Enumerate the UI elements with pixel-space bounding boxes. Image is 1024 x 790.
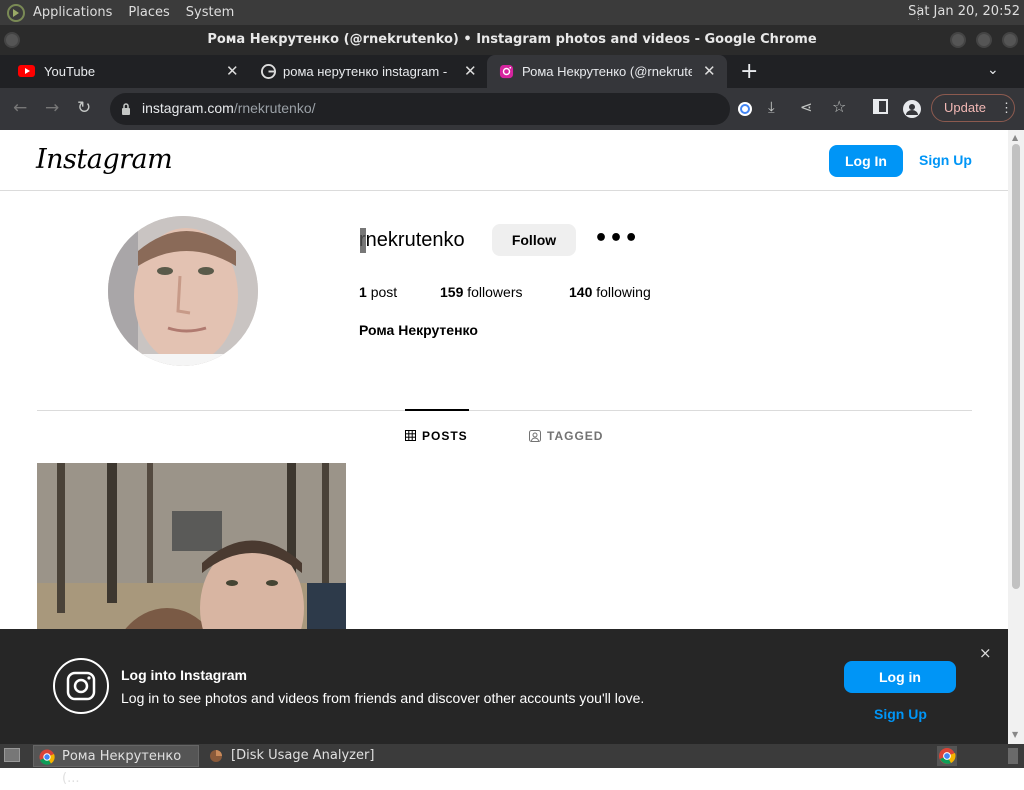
tab-posts-label: POSTS xyxy=(422,429,468,443)
tab-tagged-label: TAGGED xyxy=(547,429,604,443)
following-label: following xyxy=(596,284,651,300)
active-tab-indicator xyxy=(405,409,469,411)
profile-full-name: Рома Некрутенко xyxy=(359,322,478,338)
system-menu[interactable]: System xyxy=(186,5,234,20)
banner-login-button[interactable]: Log in xyxy=(844,661,956,693)
login-button[interactable]: Log In xyxy=(829,145,903,177)
install-app-icon[interactable]: ⤓ xyxy=(768,98,775,116)
reload-icon[interactable]: ↻ xyxy=(77,98,91,118)
tagged-icon xyxy=(529,430,541,442)
taskbar-item-chrome[interactable]: Рома Некрутенко (... xyxy=(33,745,199,786)
tab-youtube[interactable]: YouTube ✕ xyxy=(0,55,246,88)
window-title: Рома Некрутенко (@rnekrutenko) • Instagr… xyxy=(207,32,817,47)
forward-icon[interactable]: → xyxy=(45,98,59,118)
bottom-taskbar: Рома Некрутенко (... [Disk Usage Analyze… xyxy=(0,744,1024,786)
followers-label: followers xyxy=(467,284,523,300)
address-bar[interactable]: instagram.com/rnekrutenko/ ⤓ ⋖ ☆ xyxy=(110,93,846,125)
url-path: /rnekrutenko/ xyxy=(233,100,316,116)
bookmark-star-icon[interactable]: ☆ xyxy=(832,97,846,116)
text-cursor xyxy=(360,228,366,253)
tray-trash-icon[interactable] xyxy=(1008,748,1018,764)
login-banner: Log into Instagram Log in to see photos … xyxy=(0,629,1008,744)
back-icon[interactable]: ← xyxy=(13,98,27,118)
chrome-icon xyxy=(39,749,55,765)
profile-icon[interactable] xyxy=(902,99,922,119)
top-panel: Applications Places System Sat Jan 20, 2… xyxy=(0,0,1024,25)
lock-icon[interactable] xyxy=(121,103,131,115)
tab-title: рома нерутенко instagram - Г xyxy=(283,64,447,79)
avatar-photo xyxy=(108,216,258,366)
new-tab-icon[interactable]: + xyxy=(740,59,758,84)
tab-google-search[interactable]: рома нерутенко instagram - Г ✕ xyxy=(246,55,486,88)
posts-label: post xyxy=(370,284,398,300)
scroll-up-icon[interactable]: ▲ xyxy=(1012,133,1018,142)
google-lens-icon[interactable] xyxy=(737,101,753,117)
share-icon[interactable]: ⋖ xyxy=(800,98,813,116)
grid-icon xyxy=(405,430,416,441)
disk-usage-icon xyxy=(210,750,222,762)
youtube-icon xyxy=(18,65,35,77)
follow-button[interactable]: Follow xyxy=(492,224,576,256)
side-panel-icon[interactable] xyxy=(873,99,888,114)
tabs-divider xyxy=(37,410,972,411)
show-desktop-icon[interactable] xyxy=(4,748,20,762)
more-options-icon[interactable]: ••• xyxy=(594,226,639,251)
banner-signup-link[interactable]: Sign Up xyxy=(874,706,927,722)
posts-count: 1 xyxy=(359,284,367,300)
kebab-menu-icon[interactable]: ⋮ xyxy=(1000,95,1013,121)
maximize-icon[interactable] xyxy=(976,32,992,48)
places-menu[interactable]: Places xyxy=(128,5,169,20)
scrollbar-thumb[interactable] xyxy=(1012,144,1020,589)
followers-stat[interactable]: 159 followers xyxy=(440,284,523,300)
instagram-banner-icon xyxy=(53,658,109,714)
avatar[interactable] xyxy=(108,216,258,366)
tab-close-icon[interactable]: ✕ xyxy=(703,55,716,88)
page-scrollbar[interactable]: ▲ ▼ xyxy=(1008,130,1024,744)
tab-close-icon[interactable]: ✕ xyxy=(464,55,477,88)
instagram-page: Instagram Log In Sign Up rnekrutenko Fol… xyxy=(0,130,1008,744)
google-icon xyxy=(261,64,276,79)
instagram-icon xyxy=(499,64,514,79)
banner-close-icon[interactable]: × xyxy=(979,644,992,662)
signup-link[interactable]: Sign Up xyxy=(919,152,972,168)
tab-instagram[interactable]: Рома Некрутенко (@rnekrute ✕ xyxy=(487,55,727,88)
followers-count: 159 xyxy=(440,284,464,300)
scroll-down-icon[interactable]: ▼ xyxy=(1012,730,1018,739)
tab-search-chevron-icon[interactable]: ⌄ xyxy=(987,62,999,78)
taskbar-item-disk-usage[interactable]: [Disk Usage Analyzer] xyxy=(203,745,403,767)
instagram-logo[interactable]: Instagram xyxy=(36,144,173,175)
window-menu-icon[interactable] xyxy=(4,32,20,48)
following-count: 140 xyxy=(569,284,593,300)
tab-title: YouTube xyxy=(44,64,96,79)
url-host: instagram.com xyxy=(142,100,234,116)
clock[interactable]: Sat Jan 20, 20:52 xyxy=(908,4,1020,19)
distro-logo-icon[interactable] xyxy=(7,3,25,22)
url-text[interactable]: instagram.com/rnekrutenko/ xyxy=(142,100,316,116)
banner-subtitle: Log in to see photos and videos from fri… xyxy=(121,690,645,706)
tab-posts[interactable]: POSTS xyxy=(405,429,468,443)
tab-title: Рома Некрутенко (@rnekrute xyxy=(522,64,692,79)
tab-close-icon[interactable]: ✕ xyxy=(226,55,239,88)
tab-tagged[interactable]: TAGGED xyxy=(529,429,603,443)
posts-stat: 1 post xyxy=(359,284,397,300)
tab-strip: YouTube ✕ рома нерутенко instagram - Г ✕… xyxy=(0,55,1024,88)
header-divider xyxy=(0,190,1008,191)
profile-username: rnekrutenko xyxy=(359,229,465,251)
update-button[interactable]: Update ⋮ xyxy=(931,94,1015,122)
taskbar-item-label: [Disk Usage Analyzer] xyxy=(231,748,375,763)
browser-toolbar: ← → ↻ instagram.com/rnekrutenko/ ⤓ ⋖ ☆ U… xyxy=(0,88,1024,130)
window-titlebar[interactable]: Рома Некрутенко (@rnekrutenko) • Instagr… xyxy=(0,25,1024,55)
tray-chrome-icon[interactable] xyxy=(937,746,957,766)
close-window-icon[interactable] xyxy=(1002,32,1018,48)
update-label: Update xyxy=(944,100,986,115)
following-stat[interactable]: 140 following xyxy=(569,284,651,300)
banner-title: Log into Instagram xyxy=(121,667,247,683)
applications-menu[interactable]: Applications xyxy=(33,5,112,20)
minimize-icon[interactable] xyxy=(950,32,966,48)
